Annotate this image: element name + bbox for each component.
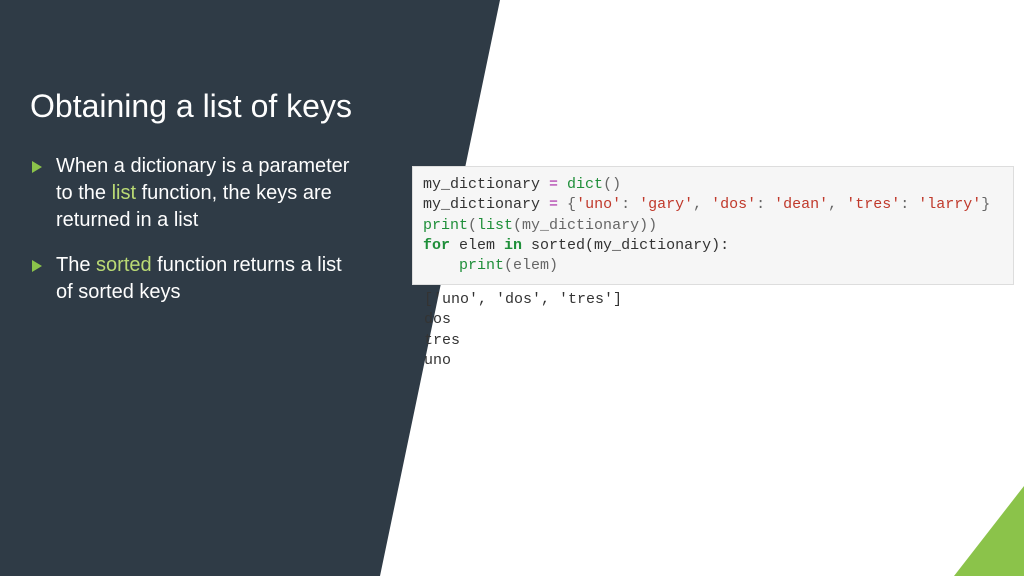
code-token: my_dictionary	[423, 176, 549, 193]
code-token: print	[459, 257, 504, 274]
code-token: (elem)	[504, 257, 558, 274]
code-token: :	[900, 196, 918, 213]
slide-title: Obtaining a list of keys	[30, 88, 470, 125]
code-token	[423, 257, 459, 274]
code-block: my_dictionary = dict() my_dictionary = {…	[412, 166, 1014, 285]
code-token: 'tres'	[846, 196, 900, 213]
code-token: print	[423, 217, 468, 234]
code-token: 'uno'	[576, 196, 621, 213]
code-token: (	[468, 217, 477, 234]
code-token: 'dean'	[774, 196, 828, 213]
code-token: (my_dictionary))	[513, 217, 657, 234]
code-token: dict	[558, 176, 603, 193]
code-token: in	[504, 237, 522, 254]
code-token: :	[621, 196, 639, 213]
bullet-highlight: list	[112, 182, 136, 204]
bullet-list: When a dictionary is a parameter to the …	[30, 153, 470, 306]
bullet-item: The sorted function returns a list of so…	[30, 252, 350, 306]
bullet-highlight: sorted	[96, 254, 152, 276]
output-block: ['uno', 'dos', 'tres'] dos tres uno	[414, 284, 1014, 377]
code-token: {	[558, 196, 576, 213]
bullet-text: The	[56, 254, 96, 276]
code-token: =	[549, 196, 558, 213]
code-token: :	[756, 196, 774, 213]
code-token: 'larry'	[918, 196, 981, 213]
code-token: ,	[693, 196, 711, 213]
code-token: }	[981, 196, 990, 213]
code-token: 'gary'	[639, 196, 693, 213]
code-token: list	[477, 217, 513, 234]
corner-accent-icon	[954, 486, 1024, 576]
code-token: for	[423, 237, 450, 254]
code-token: ()	[603, 176, 621, 193]
code-token: my_dictionary	[423, 196, 549, 213]
code-token: sorted(my_dictionary):	[522, 237, 729, 254]
slide: Obtaining a list of keys When a dictiona…	[0, 0, 1024, 576]
code-token: ,	[828, 196, 846, 213]
bullet-item: When a dictionary is a parameter to the …	[30, 153, 350, 234]
code-token: elem	[450, 237, 504, 254]
code-token: =	[549, 176, 558, 193]
code-token: 'dos'	[711, 196, 756, 213]
